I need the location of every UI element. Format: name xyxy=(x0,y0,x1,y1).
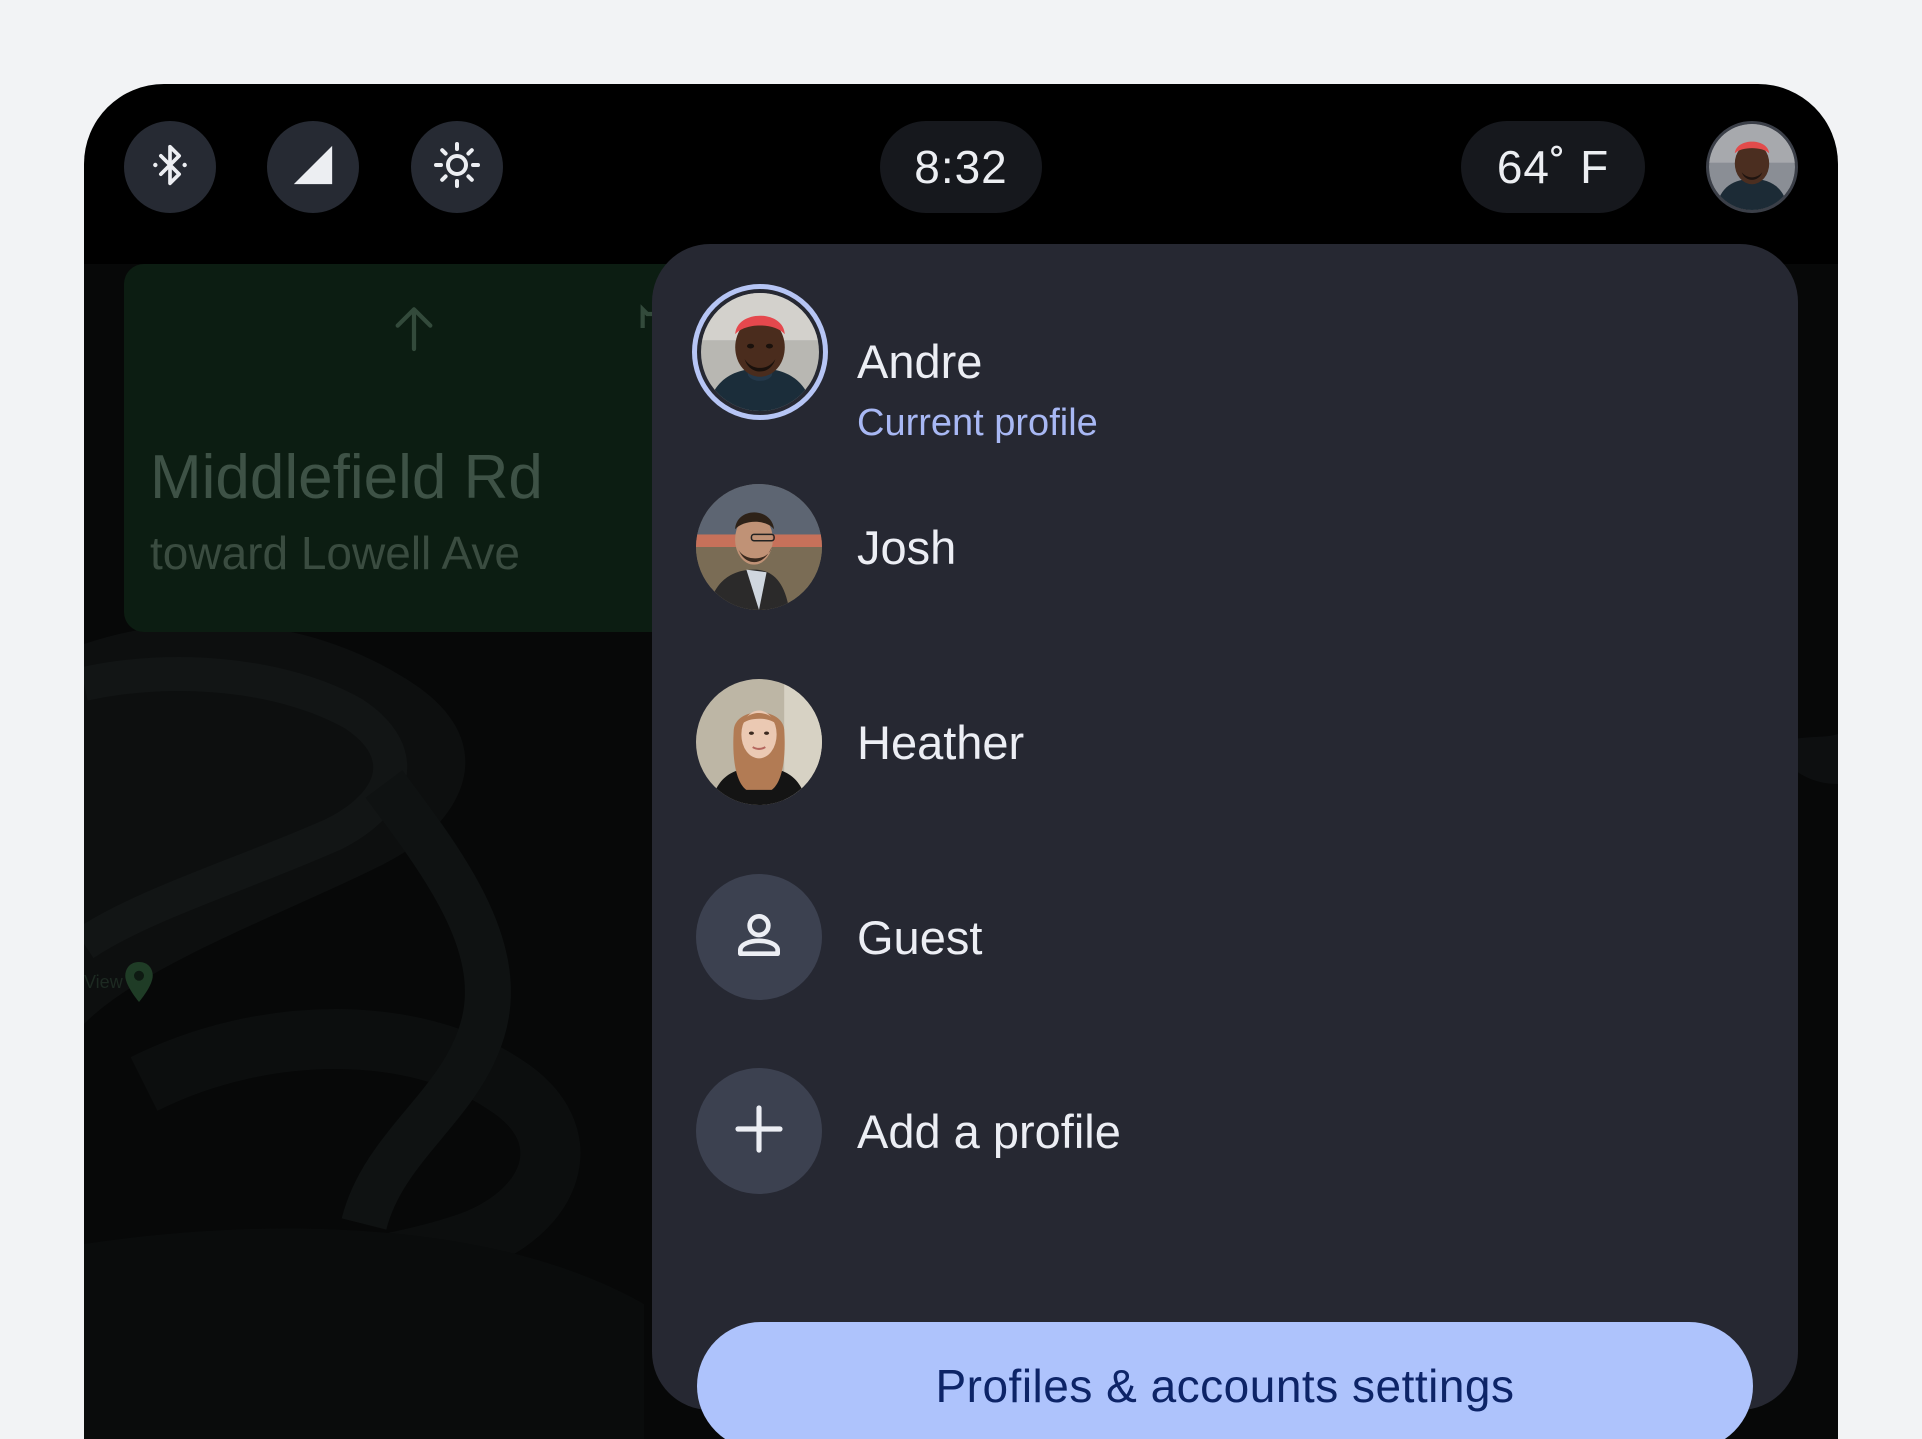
bluetooth-button[interactable] xyxy=(124,121,216,213)
profile-row-josh[interactable]: Josh xyxy=(652,484,1798,624)
profile-name-josh: Josh xyxy=(857,521,957,574)
profile-name-heather: Heather xyxy=(857,716,1025,769)
profile-row-andre[interactable]: Andre Current profile xyxy=(652,284,1798,464)
settings-button-label: Profiles & accounts settings xyxy=(935,1360,1515,1412)
guest-label: Guest xyxy=(857,911,983,964)
clock[interactable]: 8:32 xyxy=(880,121,1042,213)
signal-button[interactable] xyxy=(267,121,359,213)
brightness-icon xyxy=(433,141,481,194)
profile-avatar-button[interactable] xyxy=(1706,121,1798,213)
profiles-accounts-settings-button[interactable]: Profiles & accounts settings xyxy=(697,1322,1753,1439)
nav-toward-text: toward Lowell Ave xyxy=(150,527,520,579)
add-profile-label: Add a profile xyxy=(857,1105,1121,1158)
avatar-andre xyxy=(692,284,828,420)
map-pin-icon[interactable] xyxy=(124,962,154,1007)
add-profile-row[interactable]: Add a profile xyxy=(652,1068,1798,1208)
car-display: 8:32 64˚ F Middlefield Rd toward Lowell … xyxy=(84,84,1838,1439)
brightness-button[interactable] xyxy=(411,121,503,213)
clock-text: 8:32 xyxy=(914,141,1008,193)
signal-icon xyxy=(290,142,336,193)
temperature-text: 64˚ F xyxy=(1496,141,1610,193)
arrow-up-icon xyxy=(386,300,442,361)
add-profile-avatar xyxy=(696,1068,822,1194)
profile-name-andre: Andre xyxy=(857,335,983,388)
plus-icon xyxy=(731,1101,787,1162)
avatar-josh xyxy=(696,484,822,610)
map-poi-label: View xyxy=(84,972,123,992)
profile-switcher-panel: Andre Current profile Josh Heather Guest… xyxy=(652,244,1798,1439)
avatar xyxy=(1709,124,1795,210)
profile-row-guest[interactable]: Guest xyxy=(652,874,1798,1014)
temperature[interactable]: 64˚ F xyxy=(1461,121,1645,213)
current-profile-label: Current profile xyxy=(857,402,1098,444)
person-icon xyxy=(731,907,787,968)
guest-avatar xyxy=(696,874,822,1000)
bluetooth-icon xyxy=(148,143,192,192)
avatar-heather xyxy=(696,679,822,805)
profile-row-heather[interactable]: Heather xyxy=(652,679,1798,819)
nav-street-name: Middlefield Rd xyxy=(150,443,543,512)
